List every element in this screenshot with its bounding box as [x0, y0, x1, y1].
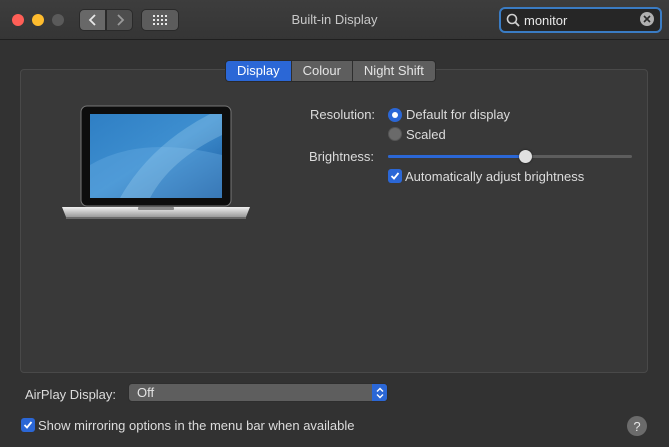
search-field[interactable]: monitor: [499, 7, 662, 33]
auto-brightness-checkbox[interactable]: [388, 169, 402, 183]
clear-search-icon[interactable]: [640, 12, 654, 26]
title-bar: Built-in Display monitor: [0, 0, 669, 40]
airplay-display-value: Off: [137, 385, 155, 400]
tab-bar: Display Colour Night Shift: [225, 60, 436, 82]
tab-colour[interactable]: Colour: [290, 61, 352, 81]
popup-arrows-icon: [372, 384, 387, 401]
checkmark-icon: [390, 172, 400, 180]
radio-scaled[interactable]: [388, 127, 402, 141]
search-icon: [506, 13, 520, 27]
brightness-slider[interactable]: [388, 155, 632, 158]
show-mirroring-label[interactable]: Show mirroring options in the menu bar w…: [38, 418, 355, 433]
checkmark-icon: [23, 421, 33, 429]
radio-default-for-display[interactable]: [388, 108, 402, 122]
search-input[interactable]: monitor: [524, 13, 567, 28]
tab-night-shift[interactable]: Night Shift: [351, 61, 435, 81]
show-mirroring-checkbox[interactable]: [21, 418, 35, 432]
default-for-display-label[interactable]: Default for display: [406, 107, 510, 122]
help-button[interactable]: ?: [627, 416, 647, 436]
auto-brightness-label[interactable]: Automatically adjust brightness: [405, 169, 584, 184]
brightness-label: Brightness:: [309, 149, 375, 164]
laptop-image: [62, 105, 250, 219]
brightness-slider-fill: [388, 155, 525, 158]
scaled-label[interactable]: Scaled: [406, 127, 446, 142]
resolution-label: Resolution:: [310, 107, 376, 122]
airplay-display-label: AirPlay Display:: [25, 387, 117, 402]
tab-display[interactable]: Display: [226, 61, 291, 81]
airplay-display-popup[interactable]: Off: [128, 383, 388, 402]
brightness-slider-knob[interactable]: [519, 150, 532, 163]
